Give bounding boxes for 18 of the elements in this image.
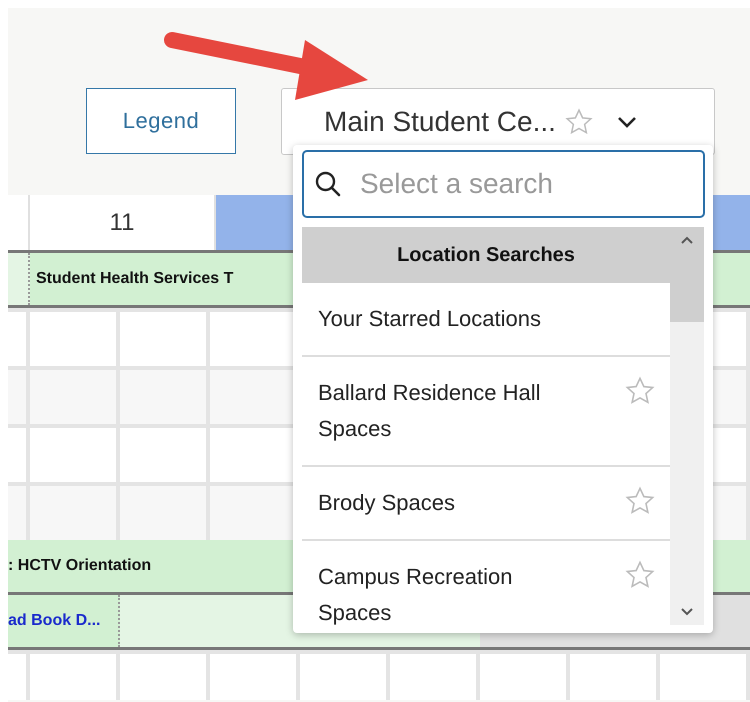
table-cell [8,486,26,540]
search-field[interactable]: Select a search [302,150,705,218]
day-header[interactable]: 11 [28,195,214,250]
event-title: Student Health Services T [36,270,234,288]
event-bar[interactable]: ad Book D... [8,595,120,647]
table-cell [8,370,26,424]
search-icon [314,170,342,198]
scroll-down-icon[interactable] [680,607,694,617]
table-cell [8,428,26,482]
scrollbar[interactable] [670,227,704,625]
scroll-up-icon[interactable] [680,235,694,245]
list-header: Location Searches [302,227,670,283]
legend-button[interactable]: Legend [86,88,236,154]
star-icon[interactable] [564,106,594,136]
event-link[interactable]: ad Book D... [8,612,100,630]
event-title: : HCTV Orientation [8,557,152,575]
table-cell [8,312,26,366]
chevron-down-icon [616,114,638,128]
